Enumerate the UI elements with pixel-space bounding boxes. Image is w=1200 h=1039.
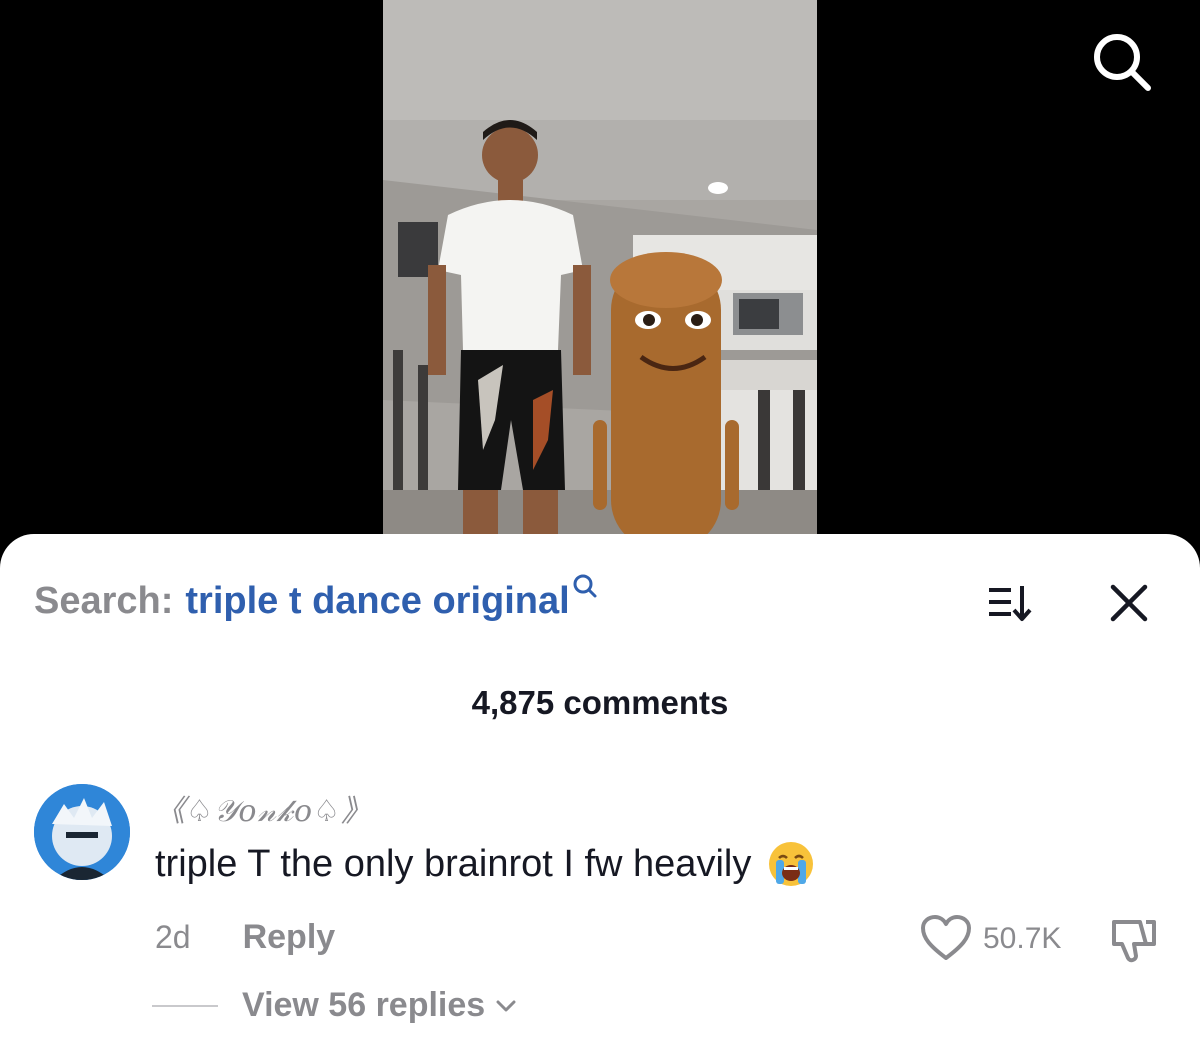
comment-username[interactable]: 《♤𝒴𝑜𝓃𝓀𝑜♤》 — [155, 786, 372, 830]
close-button[interactable] — [1108, 582, 1150, 624]
close-icon — [1110, 584, 1148, 622]
top-search-button[interactable] — [1086, 26, 1156, 96]
comment-text: triple T the only brainrot I fw heavily — [155, 842, 752, 885]
avatar[interactable] — [34, 784, 130, 880]
sort-button[interactable] — [985, 578, 1035, 628]
loudly-crying-face-icon — [767, 840, 815, 888]
search-icon — [1094, 34, 1151, 91]
video-still-image — [383, 0, 817, 560]
search-query-link[interactable]: triple t dance original — [185, 580, 569, 623]
dislike-button[interactable] — [1108, 916, 1158, 966]
view-replies-label: View 56 replies — [242, 986, 486, 1024]
comment-time: 2d — [155, 919, 191, 955]
comment-count-label: 4,875 comments — [471, 684, 729, 721]
view-replies-row: View 56 replies — [152, 986, 517, 1025]
video-player[interactable] — [0, 0, 1200, 560]
video-frame[interactable] — [383, 0, 817, 560]
view-replies-button[interactable]: View 56 replies — [242, 986, 517, 1025]
like-button[interactable] — [920, 914, 972, 962]
replies-divider — [152, 1004, 218, 1007]
search-prefix-label: Search: — [34, 580, 174, 622]
comment-body: triple T the only brainrot I fw heavily — [155, 840, 815, 888]
related-search: Search: triple t dance original — [34, 574, 598, 628]
chevron-down-icon — [496, 1000, 516, 1011]
like-count: 50.7K — [983, 922, 1062, 955]
comment-count: 4,875 comments — [0, 684, 1200, 722]
comment-meta: 2d Reply — [155, 918, 335, 957]
avatar-image — [34, 784, 130, 880]
heart-icon — [921, 915, 971, 960]
thumbs-down-icon — [1112, 920, 1156, 963]
search-query-icon[interactable] — [572, 570, 598, 600]
comments-sheet: Search: triple t dance original 4,875 co… — [0, 534, 1200, 1039]
reply-button[interactable]: Reply — [243, 918, 336, 957]
sort-icon — [989, 586, 1032, 621]
